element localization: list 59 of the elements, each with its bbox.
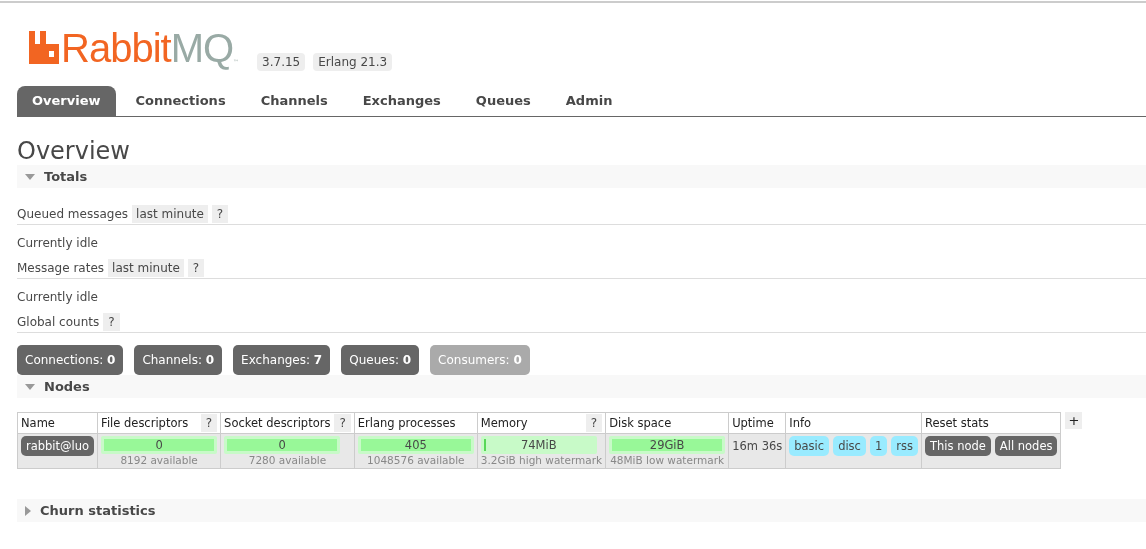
status-text: Currently idle <box>17 236 98 250</box>
help-button[interactable]: ? <box>211 205 229 223</box>
row-label: Global counts <box>17 315 100 329</box>
section-header[interactable]: Totals <box>17 165 1146 188</box>
meter-note: 3.2GiB high watermark <box>480 454 603 466</box>
meter-note: 7280 available <box>247 454 328 466</box>
add-column-button[interactable]: + <box>1065 412 1083 429</box>
row-label: Message rates <box>17 261 105 275</box>
column-title: Disk space <box>609 416 672 430</box>
version-badge: Erlang 21.3 <box>313 53 393 71</box>
column-title: Uptime <box>732 416 774 430</box>
meter-value: 0 <box>154 437 164 454</box>
page-title: Overview <box>17 137 131 165</box>
column-title: Erlang processes <box>357 416 456 430</box>
count-button[interactable]: Channels: 0 <box>134 345 223 375</box>
node-name-button[interactable]: rabbit@luo <box>21 436 95 456</box>
count-button[interactable]: Exchanges: 7 <box>233 345 331 375</box>
version-badge: 3.7.15 <box>257 53 306 71</box>
column-title: Info <box>789 416 812 430</box>
column-title: Socket descriptors <box>224 416 331 430</box>
range-selector[interactable]: last minute <box>108 259 184 277</box>
nav-tab[interactable]: Admin <box>550 86 628 116</box>
column-title: File descriptors <box>101 416 189 430</box>
help-button[interactable]: ? <box>103 313 120 331</box>
nav-tab[interactable]: Channels <box>245 86 343 116</box>
row-label: Queued messages <box>17 207 129 221</box>
nav-tab[interactable]: Connections <box>120 86 241 116</box>
count-button[interactable]: Connections: 0 <box>17 345 124 375</box>
column-title: Reset stats <box>925 416 989 430</box>
logo-icon <box>29 31 59 64</box>
reset-button[interactable]: This node <box>925 436 991 456</box>
help-button[interactable]: ? <box>585 414 603 432</box>
uptime-cell: 16m 36s <box>728 433 786 469</box>
meter-note: 48MiB low watermark <box>609 454 726 466</box>
meter-value: 29GiB <box>648 437 686 454</box>
meter-note: 1048576 available <box>366 454 466 466</box>
info-tag: rss <box>891 436 918 456</box>
section-header[interactable]: Churn statistics <box>17 499 1146 522</box>
meter-value: 405 <box>403 437 428 454</box>
count-button[interactable]: Queues: 0 <box>341 345 420 375</box>
info-tag: basic <box>789 436 830 456</box>
logo-text: Rabbit <box>61 29 171 67</box>
nav-tab[interactable]: Overview <box>17 86 116 116</box>
range-selector[interactable]: last minute <box>132 205 208 223</box>
status-text: Currently idle <box>17 290 98 304</box>
help-button[interactable]: ? <box>334 414 351 432</box>
help-button[interactable]: ? <box>200 414 218 432</box>
meter-note: 8192 available <box>119 454 199 466</box>
reset-button[interactable]: All nodes <box>994 436 1058 456</box>
section-header[interactable]: Nodes <box>17 375 1146 398</box>
nav-tab[interactable]: Exchanges <box>347 86 456 116</box>
info-tag: disc <box>833 436 866 456</box>
meter-value: 74MiB <box>520 437 558 454</box>
column-title: Name <box>21 416 55 430</box>
column-title: Memory <box>480 416 528 430</box>
meter-value: 0 <box>277 437 287 454</box>
info-tag: 1 <box>869 436 888 456</box>
help-button[interactable]: ? <box>187 259 205 277</box>
nav-tab[interactable]: Queues <box>460 86 546 116</box>
